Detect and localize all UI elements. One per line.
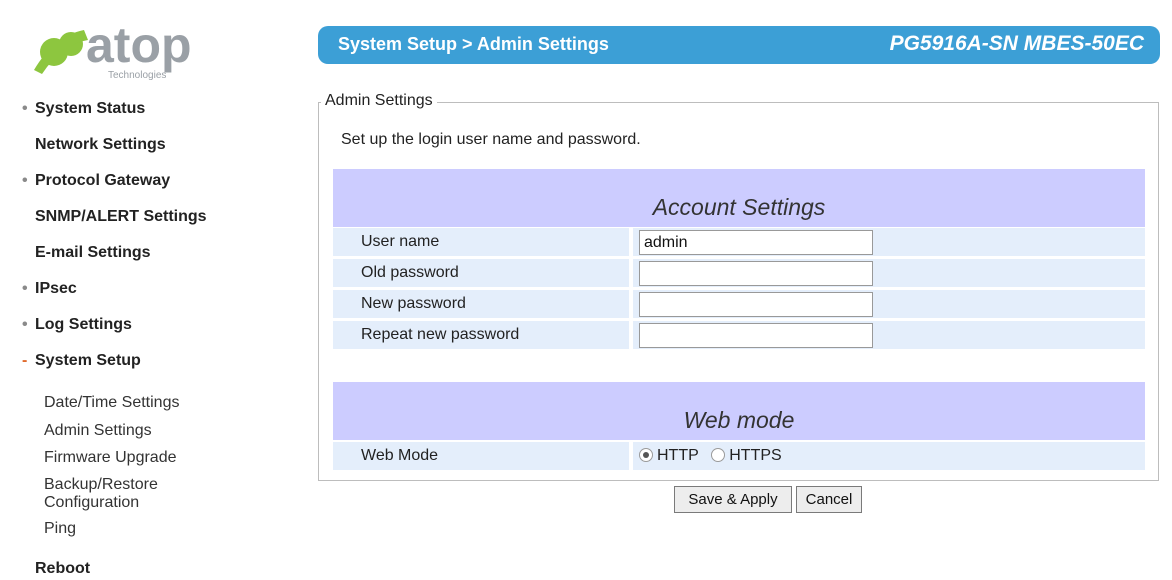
new-password-row: New password (333, 290, 1145, 320)
logo-wordmark: atop (86, 17, 192, 73)
user-name-input[interactable] (639, 230, 873, 255)
sidebar-item-label: Protocol Gateway (35, 172, 171, 189)
page-header: System Setup > Admin Settings PG5916A-SN… (318, 26, 1160, 64)
save-apply-button[interactable]: Save & Apply (674, 486, 792, 513)
submenu-item-label-line2: Configuration (44, 494, 140, 511)
web-mode-row: Web Mode HTTP HTTPS (333, 442, 1145, 472)
https-radio-label[interactable]: HTTPS (729, 447, 781, 464)
submenu-item-admin-settings[interactable]: Admin Settings (44, 422, 152, 440)
web-mode-radio-group: HTTP HTTPS (639, 447, 790, 465)
bullet-icon: • (22, 316, 28, 333)
web-mode-cell: HTTP HTTPS (633, 442, 1145, 470)
bullet-icon: • (22, 100, 28, 117)
atop-logo: atop Technologies (28, 12, 218, 82)
old-password-input[interactable] (639, 261, 873, 286)
sidebar-item-label: Network Settings (35, 136, 166, 153)
repeat-password-row: Repeat new password (333, 321, 1145, 351)
submenu-item-backup-restore[interactable]: Backup/Restore Configuration (44, 476, 158, 512)
sidebar-item-log-settings[interactable]: • Log Settings (22, 316, 132, 334)
old-password-cell (633, 259, 1145, 287)
dash-icon: - (22, 352, 28, 369)
cancel-button[interactable]: Cancel (796, 486, 862, 513)
user-name-label: User name (333, 228, 629, 256)
sidebar-item-label: System Status (35, 100, 146, 117)
repeat-password-input[interactable] (639, 323, 873, 348)
account-settings-header: Account Settings (333, 169, 1145, 227)
sidebar-item-reboot[interactable]: Reboot (22, 560, 90, 578)
sidebar-item-system-setup[interactable]: - System Setup (22, 352, 141, 370)
user-name-row: User name (333, 228, 1145, 258)
submenu-item-ping[interactable]: Ping (44, 520, 76, 538)
sidebar-item-label: Log Settings (35, 316, 132, 333)
logo-tagline: Technologies (108, 70, 166, 81)
sidebar-item-snmp-alert-settings[interactable]: SNMP/ALERT Settings (22, 208, 207, 226)
bullet-icon: • (22, 280, 28, 297)
fieldset-legend: Admin Settings (321, 92, 437, 110)
user-name-cell (633, 228, 1145, 256)
sidebar-item-ipsec[interactable]: • IPsec (22, 280, 77, 298)
device-model: PG5916A-SN MBES-50EC (889, 32, 1144, 55)
https-radio[interactable] (711, 448, 726, 462)
sidebar-item-label: SNMP/ALERT Settings (35, 208, 207, 225)
admin-settings-fieldset: Admin Settings Set up the login user nam… (318, 92, 1159, 481)
sidebar-item-label: Reboot (35, 560, 91, 577)
sidebar-item-network-settings[interactable]: Network Settings (22, 136, 166, 154)
breadcrumb: System Setup > Admin Settings (338, 34, 609, 54)
section-title: Account Settings (652, 194, 826, 220)
submenu-item-firmware-upgrade[interactable]: Firmware Upgrade (44, 449, 176, 467)
new-password-input[interactable] (639, 292, 873, 317)
sidebar-item-label: E-mail Settings (35, 244, 151, 261)
submenu-item-label: Backup/Restore (44, 476, 158, 493)
old-password-row: Old password (333, 259, 1145, 289)
old-password-label: Old password (333, 259, 629, 287)
sidebar-item-email-settings[interactable]: E-mail Settings (22, 244, 151, 262)
bullet-icon: • (22, 172, 28, 189)
web-mode-header: Web mode (333, 382, 1145, 440)
sidebar-item-protocol-gateway[interactable]: • Protocol Gateway (22, 172, 170, 190)
repeat-password-cell (633, 321, 1145, 349)
submenu-item-date-time-settings[interactable]: Date/Time Settings (44, 394, 179, 412)
sidebar-item-system-status[interactable]: • System Status (22, 100, 145, 118)
sidebar-item-label: IPsec (35, 280, 77, 297)
repeat-password-label: Repeat new password (333, 321, 629, 349)
http-radio-label[interactable]: HTTP (657, 447, 699, 464)
logo-mark (34, 30, 88, 74)
http-radio[interactable] (639, 448, 653, 462)
sidebar-item-label: System Setup (35, 352, 141, 369)
new-password-cell (633, 290, 1145, 318)
web-mode-label: Web Mode (333, 442, 629, 470)
section-title: Web mode (683, 407, 795, 433)
intro-text: Set up the login user name and password. (341, 131, 641, 148)
new-password-label: New password (333, 290, 629, 318)
